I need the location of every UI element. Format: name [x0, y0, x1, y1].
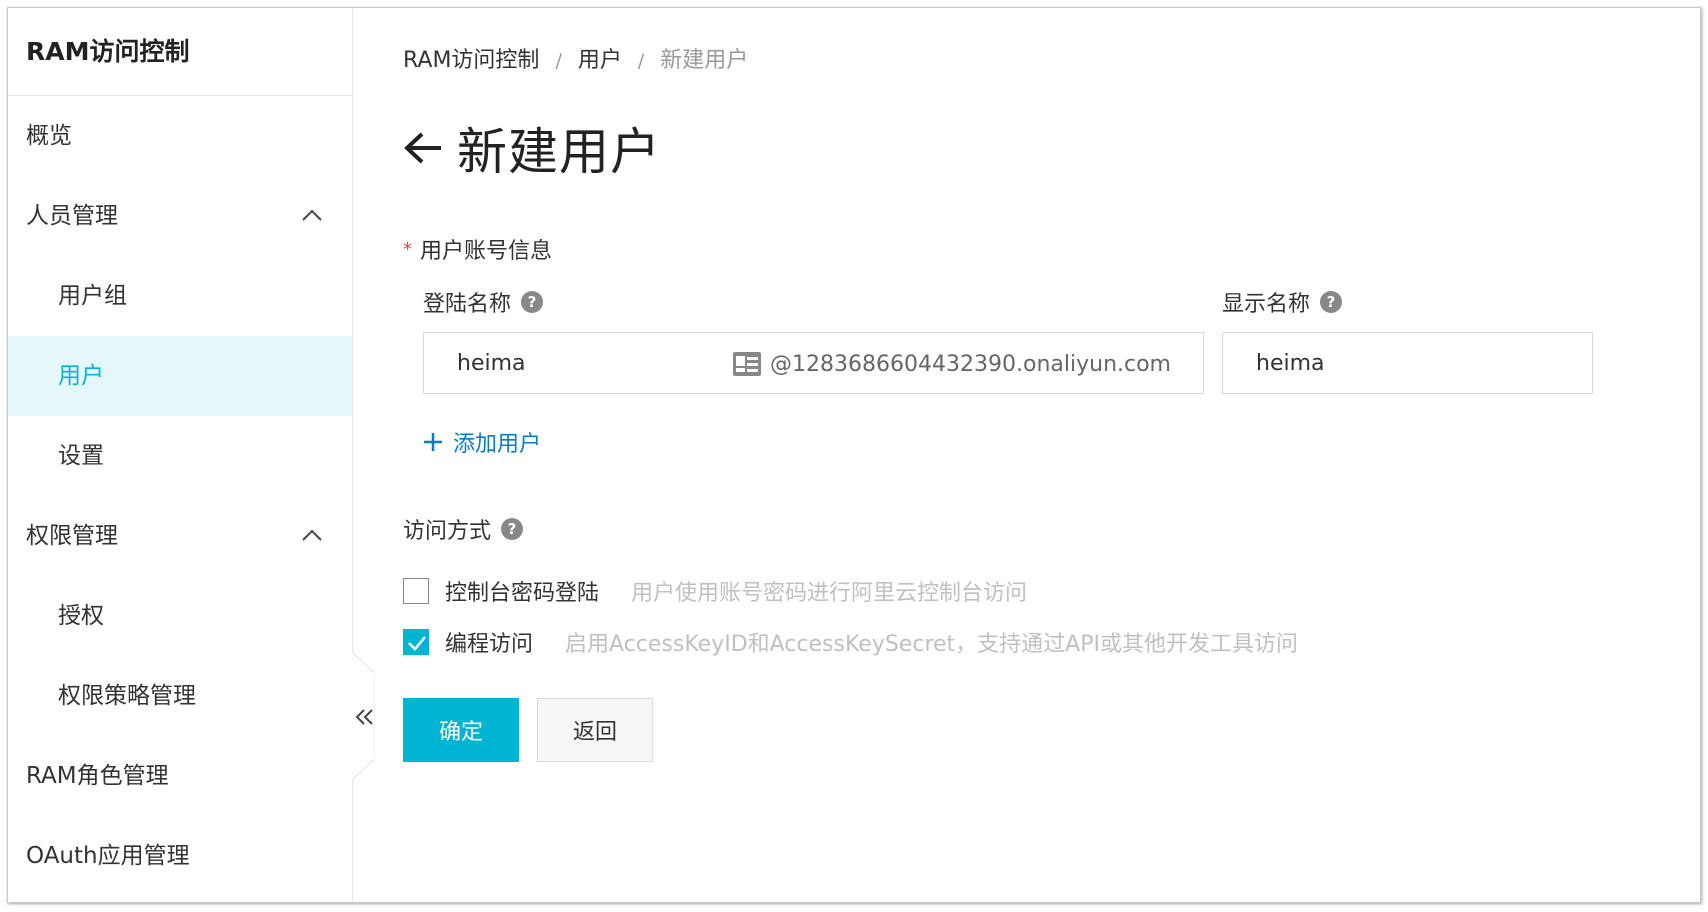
breadcrumb-separator: / — [555, 50, 562, 72]
sidebar-item-label: 人员管理 — [26, 203, 118, 229]
display-name-input[interactable]: heima — [1222, 332, 1593, 394]
sidebar-item-authorization[interactable]: 授权 — [8, 576, 352, 656]
breadcrumb-item-users[interactable]: 用户 — [578, 48, 622, 73]
sidebar-item-label: 设置 — [58, 443, 104, 469]
sidebar-item-label: RAM角色管理 — [26, 763, 169, 789]
display-name-value: heima — [1256, 351, 1325, 376]
console-login-checkbox[interactable] — [403, 578, 429, 604]
sidebar-item-label: 权限管理 — [26, 523, 118, 549]
sidebar-item-settings[interactable]: 设置 — [8, 416, 352, 496]
sidebar-item-label: 用户 — [58, 363, 104, 389]
breadcrumb-item-ram[interactable]: RAM访问控制 — [403, 48, 539, 73]
console-login-label[interactable]: 控制台密码登陆 — [445, 575, 599, 607]
id-card-icon — [733, 352, 762, 376]
sidebar-item-ram-roles[interactable]: RAM角色管理 — [8, 736, 352, 816]
confirm-button[interactable]: 确定 — [403, 698, 519, 762]
sidebar-item-policy-management[interactable]: 权限策略管理 — [8, 656, 352, 736]
main-content: RAM访问控制 / 用户 / 新建用户 新建用户 * 用户账号信息 登陆名称 ? 显示名称… — [403, 8, 1700, 902]
help-icon[interactable]: ? — [1320, 291, 1343, 313]
login-name-value: heima — [457, 351, 526, 376]
sidebar-item-label: 用户组 — [58, 283, 127, 309]
login-name-label: 登陆名称 ? — [423, 286, 544, 318]
breadcrumb-item-current: 新建用户 — [660, 48, 749, 73]
plus-icon — [424, 433, 442, 451]
sidebar: RAM访问控制 概览 人员管理 用户组 用户 设置 权限管理 授权 权限策略管理… — [8, 8, 353, 902]
back-arrow-icon[interactable] — [403, 131, 443, 165]
programmatic-access-checkbox[interactable] — [403, 629, 429, 655]
programmatic-access-label[interactable]: 编程访问 — [445, 626, 533, 658]
sidebar-collapse-toggle[interactable] — [341, 651, 375, 781]
back-button[interactable]: 返回 — [537, 698, 653, 762]
programmatic-access-option: 编程访问 启用AccessKeyID和AccessKeySecret，支持通过A… — [403, 626, 1298, 658]
sidebar-item-oauth-apps[interactable]: OAuth应用管理 — [8, 816, 352, 896]
required-asterisk: * — [403, 239, 412, 260]
page-title: 新建用户 — [457, 123, 661, 181]
console-login-description: 用户使用账号密码进行阿里云控制台访问 — [631, 581, 1028, 606]
display-name-label: 显示名称 ? — [1222, 286, 1343, 318]
checkmark-icon — [408, 636, 426, 651]
sidebar-item-users[interactable]: 用户 — [8, 336, 352, 416]
double-chevron-left-icon — [355, 709, 373, 725]
login-name-domain-suffix: @1283686604432390.onaliyun.com — [732, 351, 1171, 377]
add-user-link[interactable]: 添加用户 — [423, 426, 541, 458]
console-login-option: 控制台密码登陆 用户使用账号密码进行阿里云控制台访问 — [403, 575, 1028, 607]
sidebar-title: RAM访问控制 — [8, 8, 352, 96]
chevron-up-icon — [302, 529, 322, 541]
sidebar-item-label: 概览 — [26, 123, 72, 149]
breadcrumb-separator: / — [637, 50, 645, 72]
sidebar-item-label: 授权 — [58, 603, 104, 629]
access-method-label: 访问方式 ? — [403, 513, 524, 545]
app-window: RAM访问控制 概览 人员管理 用户组 用户 设置 权限管理 授权 权限策略管理… — [7, 7, 1701, 903]
sidebar-item-people-management[interactable]: 人员管理 — [8, 176, 352, 256]
sidebar-item-label: 权限策略管理 — [58, 683, 196, 709]
sidebar-item-overview[interactable]: 概览 — [8, 96, 352, 176]
chevron-up-icon — [302, 209, 322, 221]
programmatic-access-description: 启用AccessKeyID和AccessKeySecret，支持通过API或其他… — [565, 632, 1298, 657]
login-name-input[interactable]: heima @1283686604432390.onaliyun.com — [423, 332, 1204, 394]
account-section-label: * 用户账号信息 — [403, 239, 553, 264]
breadcrumb: RAM访问控制 / 用户 / 新建用户 — [403, 42, 748, 74]
help-icon[interactable]: ? — [501, 518, 524, 540]
sidebar-item-label: OAuth应用管理 — [26, 843, 190, 869]
sidebar-item-permission-management[interactable]: 权限管理 — [8, 496, 352, 576]
help-icon[interactable]: ? — [521, 291, 544, 313]
page-header: 新建用户 — [403, 116, 661, 181]
sidebar-item-user-groups[interactable]: 用户组 — [8, 256, 352, 336]
